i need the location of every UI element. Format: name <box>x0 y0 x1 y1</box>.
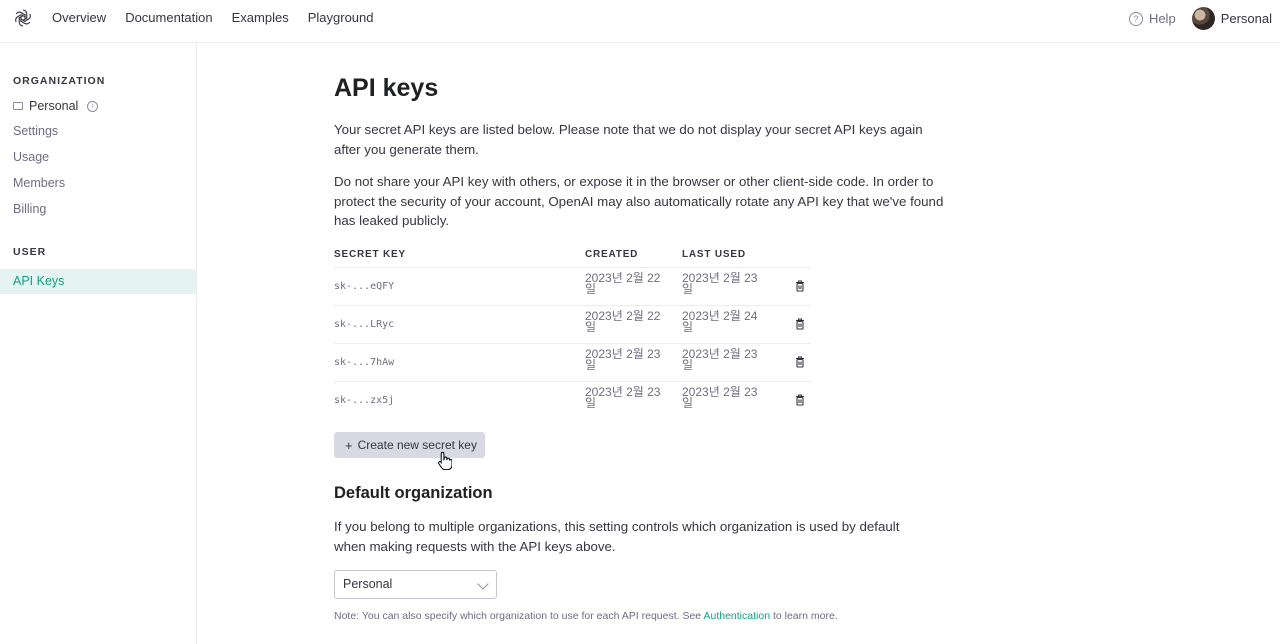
column-header-last-used: LAST USED <box>682 249 746 260</box>
api-keys-table: SECRET KEY CREATED LAST USED sk-...eQFY … <box>334 246 811 420</box>
create-secret-key-label: Create new secret key <box>357 438 477 452</box>
help-button[interactable]: ? Help <box>1128 11 1176 26</box>
sidebar-item-label: API Keys <box>13 274 65 288</box>
select-value: Personal <box>343 577 393 591</box>
authentication-link[interactable]: Authentication <box>703 610 770 622</box>
note-prefix: Note: You can also specify which organiz… <box>334 610 704 622</box>
column-header-created: CREATED <box>585 249 639 260</box>
created-date: 2023년 2월 23일 <box>585 347 661 372</box>
info-icon[interactable]: i <box>87 100 99 112</box>
sidebar-org-name: Personal <box>29 99 79 113</box>
avatar[interactable] <box>1191 7 1215 30</box>
account-menu-label[interactable]: Personal <box>1221 11 1272 26</box>
create-secret-key-button[interactable]: + Create new secret key <box>334 432 485 458</box>
hand-pointer-cursor-icon <box>438 451 452 470</box>
trash-icon[interactable] <box>795 280 805 292</box>
openai-logo-icon[interactable] <box>13 8 33 28</box>
sidebar-item-settings[interactable]: Settings <box>13 124 58 138</box>
note-suffix: to learn more. <box>770 610 838 622</box>
sidebar-item-billing[interactable]: Billing <box>13 202 46 216</box>
sidebar-item-usage[interactable]: Usage <box>13 150 49 164</box>
column-header-secret-key: SECRET KEY <box>334 249 406 260</box>
table-header: SECRET KEY CREATED LAST USED <box>334 246 811 268</box>
sidebar-heading-user: USER <box>13 246 47 258</box>
created-date: 2023년 2월 22일 <box>585 271 661 296</box>
intro-paragraph: Your secret API keys are listed below. P… <box>334 122 923 157</box>
trash-icon[interactable] <box>795 394 805 406</box>
last-used-date: 2023년 2월 23일 <box>682 347 758 372</box>
security-paragraph: Do not share your API key with others, o… <box>334 174 944 228</box>
table-row: sk-...zx5j 2023년 2월 23일 2023년 2월 23일 <box>334 382 811 420</box>
nav-overview-link[interactable]: Overview <box>52 10 106 26</box>
last-used-date: 2023년 2월 23일 <box>682 271 758 296</box>
briefcase-icon <box>13 102 23 110</box>
last-used-date: 2023년 2월 24일 <box>682 309 758 334</box>
secret-key-value: sk-...zx5j <box>334 395 395 406</box>
top-navigation: Overview Documentation Examples Playgrou… <box>0 0 1280 43</box>
secret-key-value: sk-...eQFY <box>334 281 395 292</box>
chevron-down-icon <box>477 578 489 590</box>
organization-note: Note: You can also specify which organiz… <box>334 610 838 622</box>
last-used-date: 2023년 2월 23일 <box>682 385 758 410</box>
sidebar-org-selector[interactable]: Personal i <box>13 99 99 113</box>
nav-examples-link[interactable]: Examples <box>232 10 289 26</box>
trash-icon[interactable] <box>795 356 805 368</box>
secret-key-value: sk-...LRyc <box>334 319 395 330</box>
nav-playground-link[interactable]: Playground <box>308 10 374 26</box>
help-label: Help <box>1148 11 1176 26</box>
default-organization-heading: Default organization <box>334 484 493 502</box>
trash-icon[interactable] <box>795 318 805 330</box>
sidebar-heading-organization: ORGANIZATION <box>13 75 106 87</box>
table-row: sk-...LRyc 2023년 2월 22일 2023년 2월 24일 <box>334 306 811 344</box>
created-date: 2023년 2월 23일 <box>585 385 661 410</box>
question-circle-icon: ? <box>1128 11 1143 26</box>
plus-icon: + <box>345 437 353 453</box>
table-row: sk-...7hAw 2023년 2월 23일 2023년 2월 23일 <box>334 344 811 382</box>
sidebar-item-api-keys[interactable]: API Keys <box>0 269 196 294</box>
sidebar-item-members[interactable]: Members <box>13 176 65 190</box>
secret-key-value: sk-...7hAw <box>334 357 395 368</box>
created-date: 2023년 2월 22일 <box>585 309 661 334</box>
default-organization-description: If you belong to multiple organizations,… <box>334 519 900 554</box>
page-title: API keys <box>334 74 439 102</box>
table-row: sk-...eQFY 2023년 2월 22일 2023년 2월 23일 <box>334 268 811 306</box>
nav-documentation-link[interactable]: Documentation <box>125 10 212 26</box>
sidebar: ORGANIZATION Personal i Settings Usage M… <box>0 43 197 644</box>
default-organization-select[interactable]: Personal <box>334 570 497 599</box>
